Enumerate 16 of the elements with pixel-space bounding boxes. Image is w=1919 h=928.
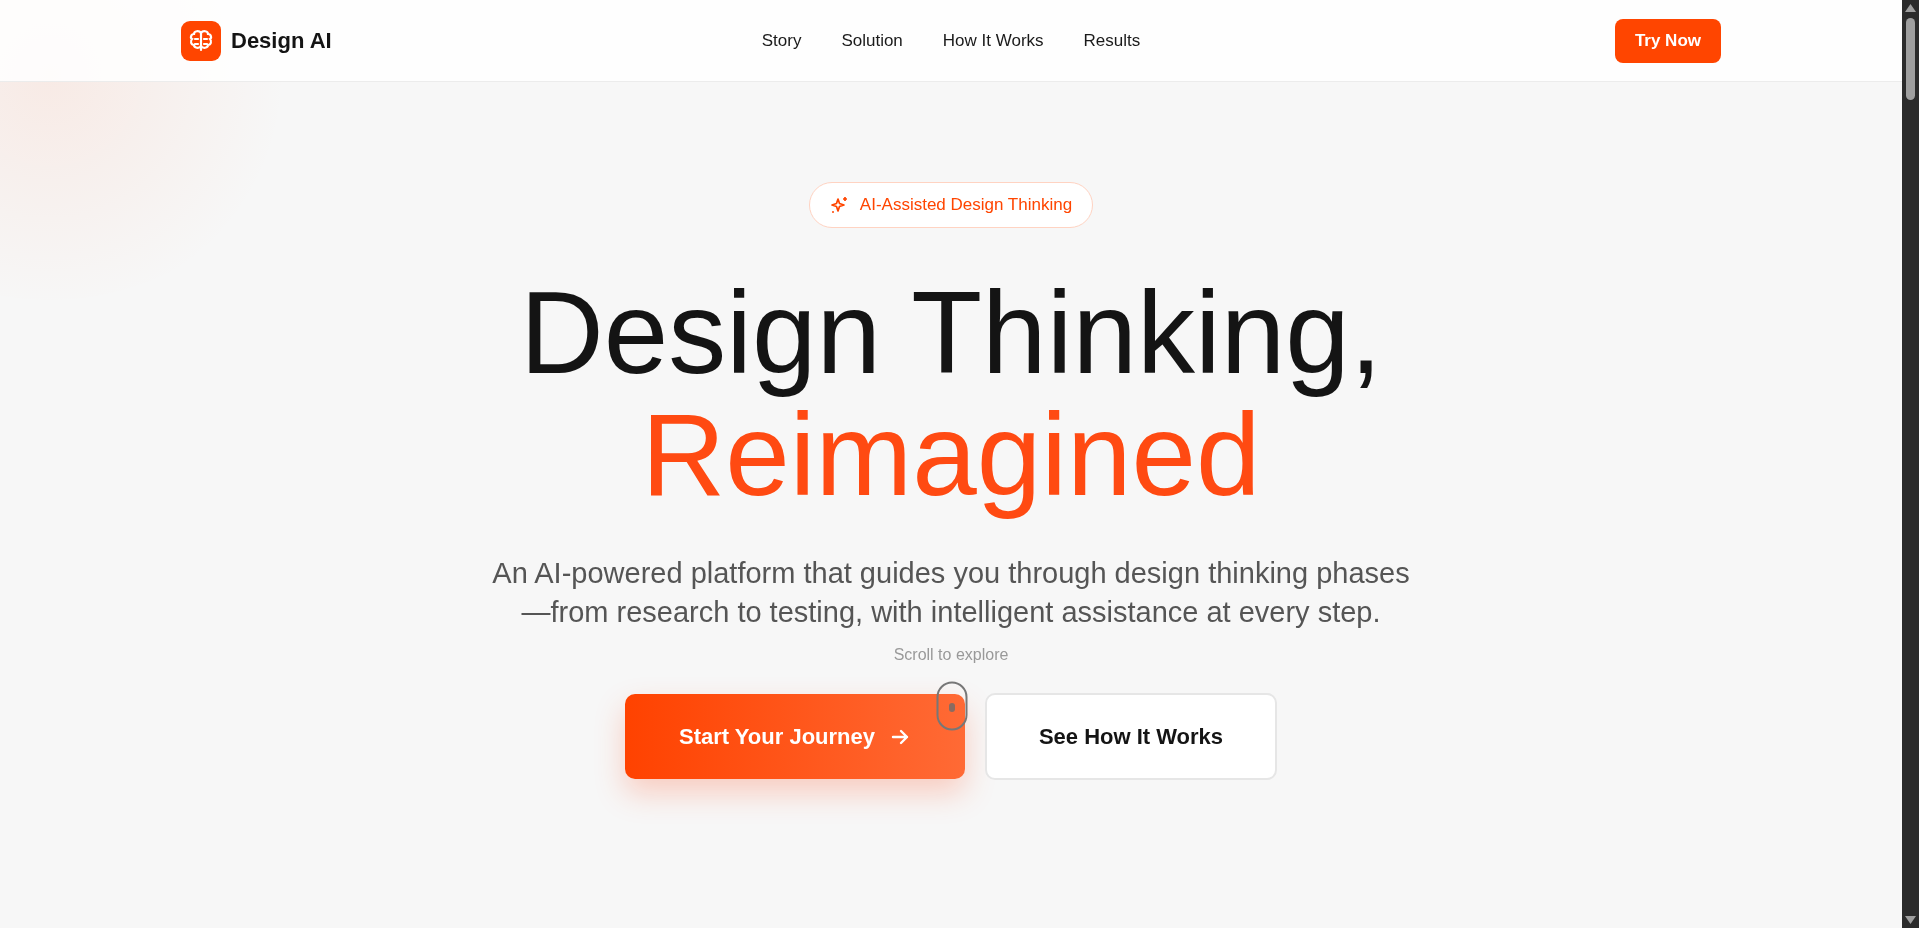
scroll-hint: Scroll to explore bbox=[893, 646, 1009, 664]
badge-text: AI-Assisted Design Thinking bbox=[859, 195, 1073, 215]
nav-link[interactable]: Story bbox=[761, 30, 802, 51]
scroll-down-icon[interactable] bbox=[1905, 916, 1916, 924]
see-how-button[interactable]: See How It Works bbox=[985, 693, 1277, 780]
scrollbar[interactable] bbox=[1902, 0, 1919, 928]
brand-name[interactable]: Design AI bbox=[231, 27, 332, 54]
scroll-up-icon[interactable] bbox=[1905, 4, 1916, 12]
nav-link[interactable]: Solution bbox=[841, 30, 903, 51]
mouse-icon bbox=[936, 681, 968, 731]
nav-link[interactable]: How It Works bbox=[942, 30, 1044, 51]
sparkle-icon bbox=[829, 195, 850, 215]
scroll-thumb[interactable] bbox=[1906, 18, 1915, 100]
brain-logo-icon[interactable] bbox=[181, 20, 221, 61]
nav-link[interactable]: Results bbox=[1083, 30, 1141, 51]
hero-subtitle: An AI-powered platform that guides you through design thinking phases—from research to testing, with intelligent assistance at every step. bbox=[491, 556, 1411, 630]
